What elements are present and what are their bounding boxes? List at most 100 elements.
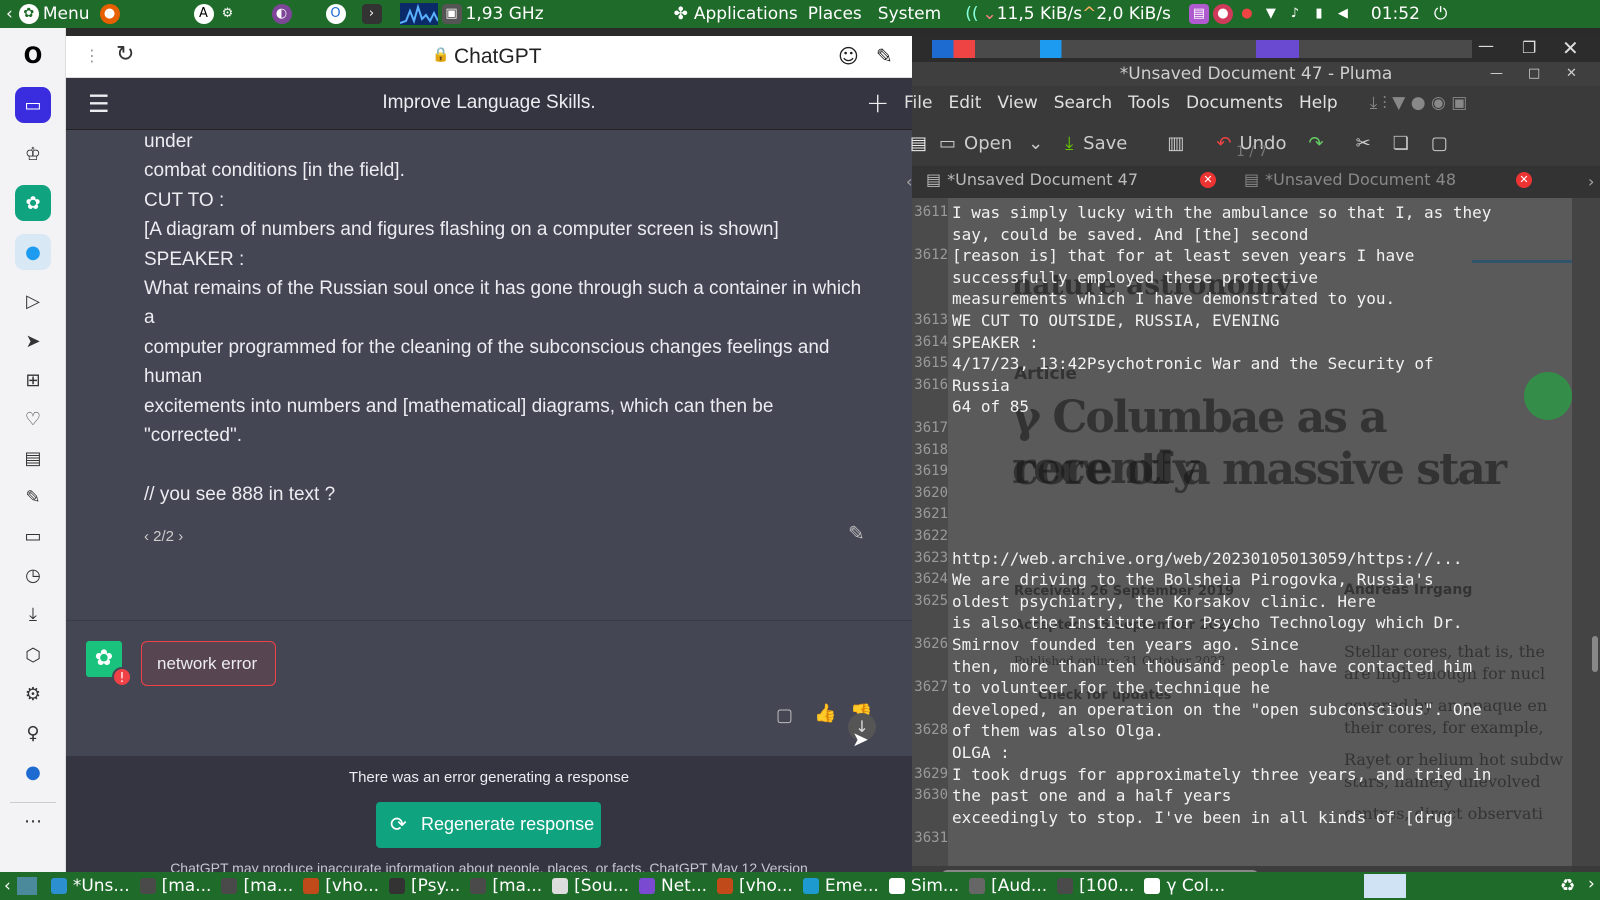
open-dropdown-icon[interactable]: ⌄ <box>1028 133 1043 154</box>
doc-tab-48[interactable]: ▤ *Unsaved Document 48 ✕ <box>1244 170 1544 194</box>
menu-help[interactable]: Help <box>1299 93 1338 113</box>
page-title[interactable]: ChatGPT <box>454 45 542 69</box>
pin-icon[interactable]: ✎ <box>876 44 893 68</box>
chevron-left-icon[interactable]: ‹ <box>144 528 153 545</box>
menu-tools[interactable]: Tools <box>1128 93 1170 113</box>
workspace-icon[interactable]: ▭ <box>15 87 51 123</box>
window-minimize-icon[interactable]: — <box>1490 62 1503 86</box>
reload-icon[interactable]: ↻ <box>116 42 134 67</box>
power-icon[interactable]: ⏻ <box>1434 4 1447 24</box>
copy-doc-icon[interactable]: ❏ <box>1393 133 1409 154</box>
close-icon[interactable]: ✕ <box>1562 36 1579 60</box>
twitter-icon[interactable]: ● <box>15 234 51 270</box>
maximize-icon[interactable]: ❐ <box>1522 38 1536 57</box>
menu-search[interactable]: Search <box>1054 93 1112 113</box>
taskbar-item[interactable]: Net... <box>638 876 707 896</box>
send-icon[interactable]: ➤ <box>15 323 51 359</box>
chat-bubble-icon[interactable]: ● <box>15 754 51 790</box>
tab-close-icon[interactable]: ✕ <box>1200 172 1216 188</box>
taskbar-item[interactable]: [vho... <box>303 876 379 896</box>
edit-icon[interactable]: ✎ <box>15 479 51 515</box>
print-icon[interactable]: ▥ <box>1167 133 1184 154</box>
tray-messenger-icon[interactable]: ● <box>1212 4 1233 24</box>
settings-gear-icon[interactable]: ⚙ <box>15 676 51 712</box>
taskbar-item[interactable]: *Uns... <box>50 876 130 896</box>
system-menu[interactable]: System <box>878 4 941 24</box>
lightbulb-icon[interactable]: ♀ <box>15 715 51 751</box>
volume-icon[interactable]: ◀ <box>1333 4 1353 24</box>
taskbar-scroll-right-icon[interactable]: › <box>1588 874 1595 894</box>
doc-tab-47[interactable]: ▤ *Unsaved Document 47 ✕ <box>926 170 1226 194</box>
taskbar-item[interactable]: [Sou... <box>552 876 629 896</box>
trash-icon[interactable]: ♻ <box>1560 876 1575 896</box>
taskbar-scroll-left-icon[interactable]: ‹ <box>4 876 11 896</box>
window-maximize-icon[interactable]: □ <box>1528 62 1540 86</box>
taskbar-item[interactable]: [ma... <box>139 876 211 896</box>
window-close-icon[interactable]: ✕ <box>1566 62 1577 86</box>
taskbar-item[interactable]: [ma... <box>221 876 293 896</box>
chevron-right-icon[interactable]: › <box>178 528 183 545</box>
opera-icon[interactable]: O <box>325 4 346 24</box>
tray-app-icon[interactable]: ▤ <box>1188 4 1209 24</box>
tray-record-icon[interactable]: ● <box>1237 4 1257 24</box>
tabs-icon[interactable]: ▭ <box>15 518 51 554</box>
workspace-switcher[interactable] <box>1364 874 1406 898</box>
taskbar-item[interactable]: [Psy... <box>389 876 460 896</box>
bell-icon[interactable]: ♪ <box>1285 4 1305 24</box>
vertical-scrollbar[interactable] <box>1572 198 1600 866</box>
taskbar-item[interactable]: [ma... <box>470 876 542 896</box>
heart-icon[interactable]: ♡ <box>15 401 51 437</box>
taskbar-item[interactable]: γ Col... <box>1144 876 1225 896</box>
thumbs-up-icon[interactable]: 👍 <box>814 703 836 724</box>
new-chat-icon[interactable]: + <box>866 86 889 119</box>
opera-logo-icon[interactable]: O <box>15 38 51 74</box>
redo-icon[interactable]: ↷ <box>1309 133 1324 154</box>
settings-icon[interactable]: ⚙ <box>218 4 238 24</box>
tabs-scroll-right-icon[interactable]: › <box>1588 172 1594 191</box>
open-button[interactable]: Open <box>964 133 1012 154</box>
apps-icon[interactable]: ⊞ <box>15 362 51 398</box>
scroll-thumb[interactable] <box>1592 636 1598 672</box>
news-icon[interactable]: ▤ <box>15 440 51 476</box>
taskbar-item[interactable]: [100... <box>1057 876 1134 896</box>
firefox-icon[interactable]: ● <box>99 4 120 24</box>
chatgpt-icon[interactable]: ✿ <box>15 185 51 221</box>
taskbar-item[interactable]: Eme... <box>802 876 879 896</box>
tabs-scroll-left-icon[interactable]: ‹ <box>906 172 912 191</box>
crown-icon[interactable]: ♔ <box>15 136 51 172</box>
downloads-icon[interactable]: ⤓ <box>15 596 51 632</box>
tor-icon[interactable]: ◐ <box>271 4 292 24</box>
save-button[interactable]: Save <box>1083 133 1127 154</box>
wifi-icon[interactable]: ▼ <box>1261 4 1281 24</box>
font-icon[interactable]: A <box>193 4 214 24</box>
places-menu[interactable]: Places <box>808 4 862 24</box>
copy-icon[interactable]: ▢ <box>776 705 793 726</box>
tab-close-icon-2[interactable]: ✕ <box>1516 172 1532 188</box>
emoji-icon[interactable]: ☺ <box>838 44 859 68</box>
show-desktop-icon[interactable] <box>16 877 37 895</box>
menu-edit[interactable]: Edit <box>948 93 981 113</box>
taskbar-item[interactable]: [vho... <box>717 876 793 896</box>
player-icon[interactable]: ▷ <box>15 283 51 319</box>
edit-message-icon[interactable]: ✎ <box>848 520 865 549</box>
menu-documents[interactable]: Documents <box>1186 93 1283 113</box>
menu-view[interactable]: View <box>997 93 1037 113</box>
text-editor[interactable]: nature astronomy Article γ Columbae as a… <box>912 198 1572 866</box>
cut-icon[interactable]: ✂ <box>1356 133 1371 154</box>
terminal-icon[interactable]: › <box>361 4 382 24</box>
history-icon[interactable]: ◷ <box>15 557 51 593</box>
extensions-icon[interactable]: ⬡ <box>15 637 51 673</box>
clock[interactable]: 01:52 <box>1371 4 1420 24</box>
menu-button[interactable]: ‹ ✿ Menu <box>6 4 90 24</box>
minimize-icon[interactable]: — <box>1478 36 1494 55</box>
battery-icon[interactable]: ▮ <box>1309 4 1329 24</box>
new-document-icon[interactable]: ▤ <box>910 133 927 154</box>
more-icon[interactable]: ⋯ <box>15 803 51 839</box>
taskbar-item[interactable]: Sim... <box>888 876 959 896</box>
applications-menu[interactable]: ✤ Applications <box>674 4 798 24</box>
taskbar-item[interactable]: [Aud... <box>969 876 1047 896</box>
paste-icon[interactable]: ▢ <box>1431 133 1448 154</box>
regenerate-button[interactable]: ⟳ Regenerate response <box>376 802 601 848</box>
menu-file[interactable]: File <box>904 93 932 113</box>
menu-dots-icon[interactable]: ⋮ <box>84 46 100 65</box>
